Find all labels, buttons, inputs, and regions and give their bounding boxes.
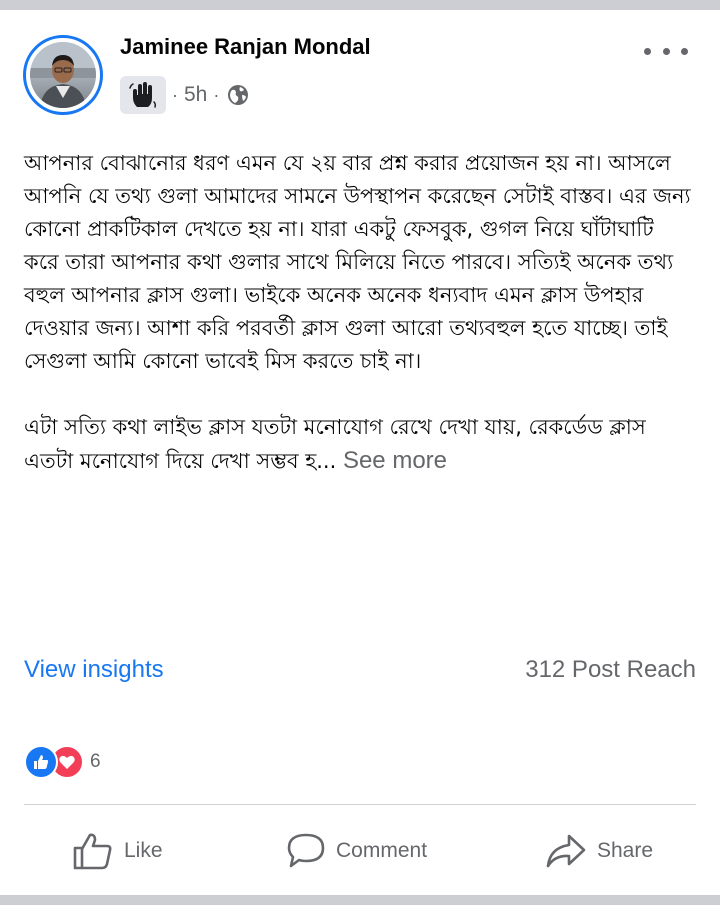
like-icon — [24, 745, 58, 779]
thumbs-up-icon — [73, 833, 112, 870]
share-label: Share — [597, 839, 654, 862]
share-button[interactable]: Share — [545, 822, 653, 880]
post-timestamp[interactable]: 5h — [184, 83, 207, 107]
wave-hand-badge[interactable] — [120, 76, 166, 114]
author-name[interactable]: Jaminee Ranjan Mondal — [120, 34, 371, 60]
avatar-photo — [30, 42, 96, 108]
like-button[interactable]: Like — [72, 822, 163, 880]
meta-separator: · — [213, 84, 220, 105]
more-dots-icon — [644, 47, 651, 55]
bottom-separator-bar — [0, 895, 720, 905]
globe-icon — [227, 84, 249, 106]
reaction-count: 6 — [90, 751, 101, 772]
view-insights-link[interactable]: View insights — [24, 656, 164, 684]
post-paragraph-2: এটা সত্যি কথা লাইভ ক্লাস যতটা মনোযোগ রেখ… — [24, 411, 694, 478]
meta-separator: · — [172, 84, 178, 105]
more-dot — [662, 47, 670, 55]
author-avatar[interactable] — [23, 35, 103, 115]
more-dot — [681, 47, 688, 55]
share-arrow-icon — [546, 834, 586, 868]
post-action-bar: Like Comment Share — [0, 822, 720, 880]
post-reach-count: 312 Post Reach — [525, 656, 696, 683]
more-options-button[interactable] — [644, 40, 688, 62]
reactions-summary[interactable]: 6 — [24, 744, 101, 780]
post-text: আপনার বোঝানোর ধরণ এমন যে ২য় বার প্রশ্ন … — [24, 147, 694, 478]
post-paragraph-2-text: এটা সত্যি কথা লাইভ ক্লাস যতটা মনোযোগ রেখ… — [24, 415, 646, 473]
comment-bubble-icon — [287, 833, 325, 868]
see-more-link[interactable]: See more — [343, 447, 447, 474]
post-meta: · 5h · — [120, 76, 249, 114]
wave-hand-icon — [129, 82, 157, 108]
comment-button[interactable]: Comment — [286, 822, 427, 880]
actions-divider — [24, 804, 696, 805]
comment-label: Comment — [336, 839, 428, 862]
post-paragraph-1: আপনার বোঝানোর ধরণ এমন যে ২য় বার প্রশ্ন … — [24, 151, 691, 373]
like-label: Like — [124, 839, 163, 862]
top-separator-bar — [0, 0, 720, 10]
